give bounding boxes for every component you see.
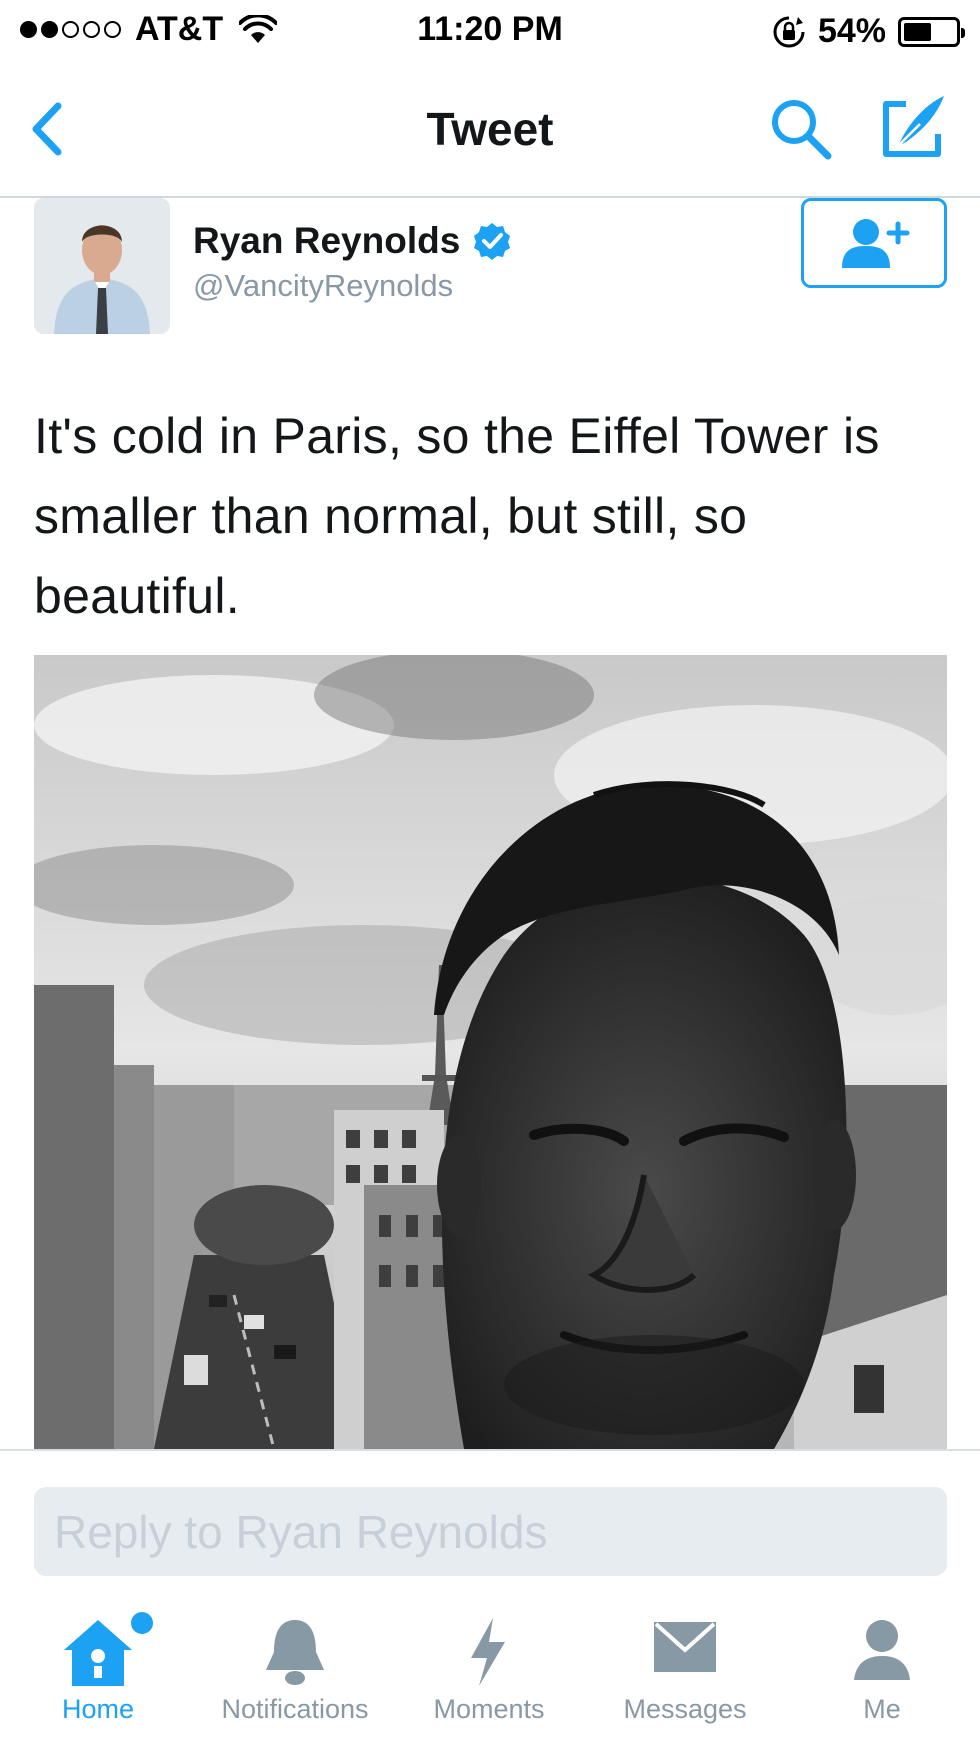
divider (0, 1449, 980, 1451)
compose-tweet-icon[interactable] (876, 90, 950, 164)
tab-notifications[interactable]: Notifications (200, 1600, 390, 1740)
home-icon (64, 1620, 132, 1686)
add-user-icon (842, 219, 910, 268)
tab-messages[interactable]: Messages (610, 1600, 760, 1740)
tab-label-notifications: Notifications (221, 1694, 369, 1724)
search-icon[interactable] (766, 94, 836, 164)
author-handle[interactable]: @VancityReynolds (193, 268, 453, 304)
status-bar: AT&T 11:20 PM 54% (0, 0, 980, 62)
status-bar-right: 54% (772, 12, 965, 51)
reply-input[interactable]: Reply to Ryan Reynolds (34, 1487, 947, 1576)
author-name[interactable]: Ryan Reynolds (193, 220, 460, 262)
tweet-text: It's cold in Paris, so the Eiffel Tower … (34, 408, 880, 624)
verified-badge-icon (474, 223, 511, 260)
tab-label-moments: Moments (433, 1694, 545, 1724)
tab-moments[interactable]: Moments (420, 1600, 558, 1740)
rotation-lock-icon (773, 16, 805, 47)
person-icon (854, 1620, 910, 1680)
navigation-bar: Tweet (0, 62, 980, 198)
battery-icon (898, 16, 965, 47)
follow-button[interactable] (801, 198, 947, 288)
battery-level-fill (904, 22, 931, 41)
tab-label-home: Home (61, 1694, 135, 1724)
tab-label-me: Me (863, 1694, 901, 1724)
author-name-row: Ryan Reynolds (193, 220, 512, 262)
avatar[interactable] (34, 198, 170, 334)
home-notification-dot (131, 1612, 153, 1634)
envelope-icon (654, 1622, 716, 1672)
reply-placeholder: Reply to Ryan Reynolds (54, 1505, 548, 1558)
tweet-photo[interactable] (34, 655, 947, 1449)
tab-me[interactable]: Me (842, 1600, 922, 1740)
lightning-icon (471, 1618, 505, 1686)
bell-icon (266, 1620, 324, 1685)
tab-label-messages: Messages (623, 1694, 747, 1724)
battery-percentage: 54% (817, 12, 886, 50)
